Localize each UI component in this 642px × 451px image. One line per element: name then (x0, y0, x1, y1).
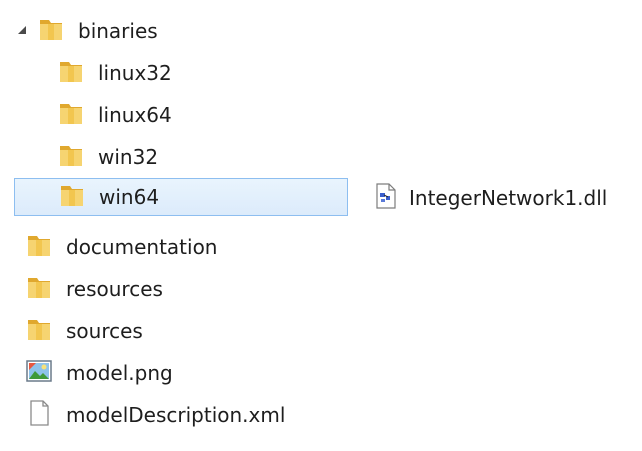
file-item-integernetwork1-dll[interactable]: IntegerNetwork1.dll (373, 178, 607, 218)
collapse-arrow-icon[interactable] (16, 24, 28, 36)
tree-item-label: win32 (98, 145, 159, 169)
tree-item-label: documentation (66, 235, 218, 259)
tree-item-win32[interactable]: win32 (56, 138, 158, 176)
folder-icon (36, 14, 66, 49)
document-file-icon (24, 398, 54, 433)
file-list-pane: IntegerNetwork1.dll (355, 0, 642, 451)
tree-item-binaries[interactable]: binaries (36, 12, 158, 50)
image-file-icon (24, 356, 54, 391)
tree-item-resources[interactable]: resources (24, 270, 163, 308)
tree-item-sources[interactable]: sources (24, 312, 143, 350)
tree-item-model-png[interactable]: model.png (24, 354, 173, 392)
tree-item-label: linux64 (98, 103, 172, 127)
tree-item-label: modelDescription.xml (66, 403, 286, 427)
folder-icon (56, 140, 86, 175)
folder-icon (56, 98, 86, 133)
folder-tree-pane: binaries linux32 linux64 win32 win64 doc… (0, 0, 350, 451)
tree-item-label: binaries (78, 19, 158, 43)
dll-file-icon (373, 182, 399, 215)
file-item-label: IntegerNetwork1.dll (409, 186, 608, 210)
tree-item-model-description-xml[interactable]: modelDescription.xml (24, 396, 285, 434)
tree-item-linux32[interactable]: linux32 (56, 54, 172, 92)
tree-item-label: sources (66, 319, 143, 343)
tree-item-label: win64 (99, 185, 160, 209)
folder-icon (24, 272, 54, 307)
tree-item-win64[interactable]: win64 (14, 178, 348, 216)
tree-item-label: resources (66, 277, 163, 301)
folder-icon (24, 314, 54, 349)
tree-item-documentation[interactable]: documentation (24, 228, 217, 266)
folder-icon (24, 230, 54, 265)
tree-item-linux64[interactable]: linux64 (56, 96, 172, 134)
file-explorer: binaries linux32 linux64 win32 win64 doc… (0, 0, 642, 451)
folder-icon (56, 56, 86, 91)
tree-item-label: model.png (66, 361, 173, 385)
tree-item-label: linux32 (98, 61, 172, 85)
folder-icon (57, 180, 87, 215)
